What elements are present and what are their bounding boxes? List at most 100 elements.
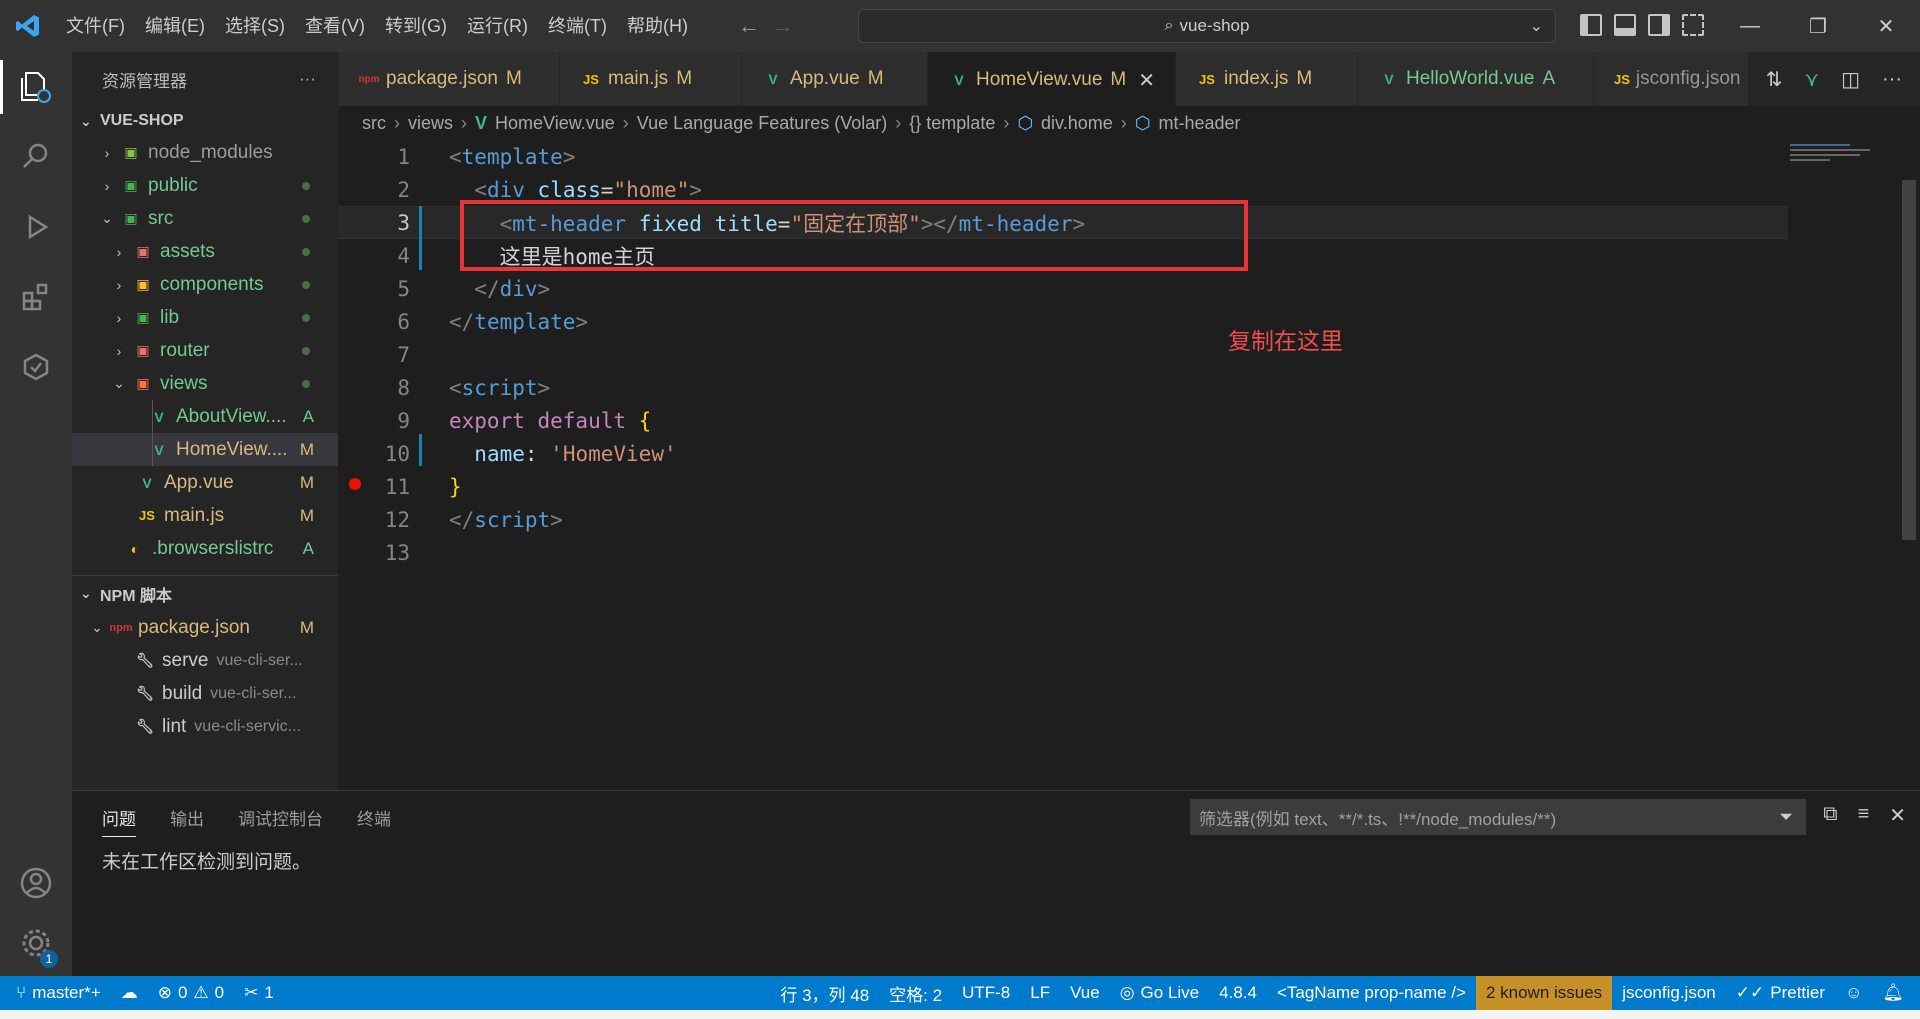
menu-go[interactable]: 转到(G) bbox=[375, 0, 457, 52]
tab-problems[interactable]: 问题 bbox=[102, 805, 136, 837]
problems-status-item[interactable]: ⊗ 0 ⚠ 0 bbox=[148, 976, 234, 1010]
sync-item[interactable]: ☁ bbox=[111, 976, 148, 1010]
npm-scripts-section-header[interactable]: ⌄ NPM 脚本 bbox=[72, 575, 338, 611]
close-window-icon[interactable]: ✕ bbox=[1852, 0, 1920, 52]
go-live-item[interactable]: ◎ Go Live bbox=[1110, 976, 1209, 1010]
status-dot bbox=[302, 214, 310, 223]
scrollbar-thumb[interactable] bbox=[1902, 180, 1916, 540]
tab-package-json[interactable]: npm package.json M bbox=[338, 52, 560, 106]
settings-gear-icon[interactable]: 1 bbox=[0, 908, 72, 978]
tree-item-components[interactable]: › ▣ components bbox=[72, 268, 338, 301]
encoding[interactable]: UTF-8 bbox=[952, 976, 1020, 1010]
tab-main-js[interactable]: JS main.js M bbox=[560, 52, 742, 106]
vue-icon: V bbox=[954, 72, 964, 88]
vertical-scrollbar[interactable] bbox=[1900, 140, 1920, 790]
breadcrumb-item[interactable]: div.home bbox=[1041, 113, 1113, 134]
chevron-down-icon[interactable]: ⌄ bbox=[1530, 16, 1543, 36]
tree-item-lib[interactable]: › ▣ lib bbox=[72, 301, 338, 334]
more-actions-icon[interactable]: ··· bbox=[1882, 68, 1902, 91]
tree-item-main-js[interactable]: JS main.js M bbox=[72, 499, 338, 532]
breadcrumb-item[interactable]: HomeView.vue bbox=[495, 113, 615, 134]
close-panel-icon[interactable]: ✕ bbox=[1889, 803, 1906, 828]
back-arrow-icon[interactable]: ← bbox=[738, 13, 760, 39]
npm-script-serve[interactable]: 🔧︎ serve vue-cli-ser... bbox=[72, 644, 338, 677]
npm-icon: npm bbox=[109, 621, 133, 634]
tree-item-app-vue[interactable]: V App.vue M bbox=[72, 466, 338, 499]
project-section-header[interactable]: ⌄ VUE-SHOP bbox=[72, 106, 338, 136]
git-branch-item[interactable]: ⑂ master*+ bbox=[0, 976, 111, 1010]
menu-run[interactable]: 运行(R) bbox=[457, 0, 538, 52]
run-debug-icon[interactable] bbox=[0, 192, 72, 262]
tree-item-aboutview[interactable]: V AboutView.... A bbox=[72, 400, 338, 433]
broadcast-icon: ◎ bbox=[1119, 983, 1135, 1002]
tree-item-node-modules[interactable]: › ▣ node_modules bbox=[72, 136, 338, 169]
testing-icon[interactable] bbox=[0, 332, 72, 402]
vue-split-icon[interactable]: ⋎ bbox=[1804, 67, 1819, 92]
command-center-search[interactable]: ⌕ vue-shop ⌄ bbox=[858, 9, 1556, 43]
minimize-icon[interactable]: — bbox=[1716, 0, 1784, 52]
tree-item-src[interactable]: ⌄ ▣ src bbox=[72, 202, 338, 235]
breadcrumb-item[interactable]: mt-header bbox=[1158, 113, 1240, 134]
breakpoint-icon[interactable] bbox=[349, 478, 361, 490]
customize-layout-icon[interactable] bbox=[1682, 14, 1704, 36]
tree-item-public[interactable]: › ▣ public bbox=[72, 169, 338, 202]
npm-script-build[interactable]: 🔧︎ build vue-cli-ser... bbox=[72, 677, 338, 710]
breadcrumb-item[interactable]: src bbox=[362, 113, 386, 134]
search-icon[interactable] bbox=[0, 122, 72, 192]
restore-icon[interactable]: ❐ bbox=[1784, 0, 1852, 52]
explorer-icon[interactable] bbox=[0, 52, 72, 122]
notifications-bell-icon[interactable]: 🔔︎ bbox=[1872, 976, 1920, 1010]
toggle-sidebar-icon[interactable] bbox=[1580, 14, 1602, 36]
feedback-icon[interactable]: ☺ bbox=[1835, 976, 1872, 1010]
tab-terminal[interactable]: 终端 bbox=[357, 805, 391, 837]
npm-script-lint[interactable]: 🔧︎ lint vue-cli-servic... bbox=[72, 710, 338, 743]
tree-item-views[interactable]: ⌄ ▣ views bbox=[72, 367, 338, 400]
breadcrumb-item[interactable]: Vue Language Features (Volar) bbox=[637, 113, 888, 134]
tree-item-assets[interactable]: › ▣ assets bbox=[72, 235, 338, 268]
minimap[interactable] bbox=[1790, 140, 1900, 180]
tag-name-case[interactable]: <TagName prop-name /> bbox=[1267, 976, 1476, 1010]
tree-item-homeview[interactable]: V HomeView.... M bbox=[72, 433, 338, 466]
more-actions-icon[interactable]: ··· bbox=[299, 69, 316, 89]
tab-debug-console[interactable]: 调试控制台 bbox=[238, 805, 323, 837]
forward-arrow-icon[interactable]: → bbox=[772, 13, 794, 39]
jsconfig-item[interactable]: jsconfig.json bbox=[1612, 976, 1726, 1010]
tree-item-browserslistrc[interactable]: ◐ .browserslistrc A bbox=[72, 532, 338, 565]
known-issues[interactable]: 2 known issues bbox=[1475, 976, 1613, 1010]
problems-filter-input[interactable]: 筛选器(例如 text、**/*.ts、!**/node_modules/**)… bbox=[1190, 799, 1806, 835]
menu-edit[interactable]: 编辑(E) bbox=[135, 0, 215, 52]
ts-version[interactable]: 4.8.4 bbox=[1209, 976, 1267, 1010]
tree-item-router[interactable]: › ▣ router bbox=[72, 334, 338, 367]
tab-index-js[interactable]: JS index.js M bbox=[1176, 52, 1358, 106]
tab-label: HomeView.vue bbox=[976, 69, 1103, 90]
source-control-compare-icon[interactable]: ⇅ bbox=[1766, 67, 1783, 92]
menu-help[interactable]: 帮助(H) bbox=[617, 0, 698, 52]
tab-jsconfig-json[interactable]: JS jsconfig.json bbox=[1594, 52, 1754, 106]
menu-file[interactable]: 文件(F) bbox=[56, 0, 135, 52]
tab-helloworld-vue[interactable]: V HelloWorld.vue A bbox=[1358, 52, 1594, 106]
cursor-position[interactable]: 行 3，列 48 bbox=[770, 976, 879, 1010]
toggle-secondary-sidebar-icon[interactable] bbox=[1648, 14, 1670, 36]
prettier-item[interactable]: ✓✓ Prettier bbox=[1726, 976, 1835, 1010]
ports-item[interactable]: ✂ 1 bbox=[234, 976, 284, 1010]
view-as-list-icon[interactable]: ≡ bbox=[1858, 803, 1870, 828]
breadcrumb-item[interactable]: {} template bbox=[909, 113, 995, 134]
breadcrumb-item[interactable]: views bbox=[408, 113, 453, 134]
npm-package-json[interactable]: ⌄ npm package.json M bbox=[72, 611, 338, 644]
tab-homeview-vue[interactable]: V HomeView.vue M ✕ bbox=[928, 52, 1176, 106]
menu-view[interactable]: 查看(V) bbox=[295, 0, 375, 52]
collapse-all-icon[interactable]: ⧉ bbox=[1823, 803, 1837, 828]
close-tab-icon[interactable]: ✕ bbox=[1138, 68, 1155, 93]
code-line: 7 bbox=[338, 338, 1788, 371]
tab-output[interactable]: 输出 bbox=[170, 805, 204, 837]
language-mode[interactable]: Vue bbox=[1060, 976, 1110, 1010]
end-of-line[interactable]: LF bbox=[1020, 976, 1060, 1010]
extensions-icon[interactable] bbox=[0, 262, 72, 332]
tab-app-vue[interactable]: V App.vue M bbox=[742, 52, 928, 106]
filter-icon[interactable]: ⏷ bbox=[1779, 807, 1793, 827]
menu-selection[interactable]: 选择(S) bbox=[215, 0, 295, 52]
toggle-panel-icon[interactable] bbox=[1614, 14, 1636, 36]
split-editor-icon[interactable]: ◫ bbox=[1841, 67, 1860, 92]
menu-terminal[interactable]: 终端(T) bbox=[538, 0, 617, 52]
indentation[interactable]: 空格: 2 bbox=[879, 976, 952, 1010]
